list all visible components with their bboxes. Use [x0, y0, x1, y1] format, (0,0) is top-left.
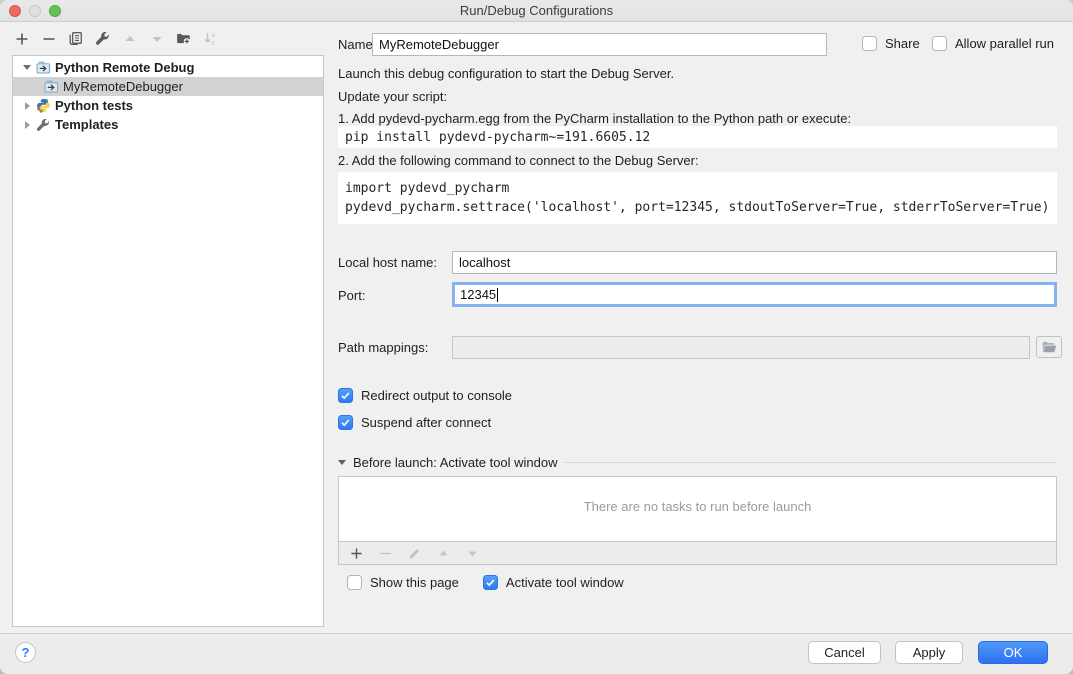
- add-icon[interactable]: [14, 31, 29, 46]
- before-launch-task-list[interactable]: There are no tasks to run before launch: [338, 476, 1057, 542]
- share-checkbox[interactable]: [862, 36, 877, 51]
- configurations-sidebar: az Python Remote Debug MyRemoteDebugger: [0, 22, 330, 633]
- name-label-wrap: Name:: [338, 37, 376, 52]
- add-task-icon[interactable]: [349, 546, 364, 561]
- instructions-step1: 1. Add pydevd-pycharm.egg from the PyCha…: [338, 111, 851, 126]
- redirect-output-row: Redirect output to console: [338, 388, 512, 403]
- edit-task-pencil-icon: [407, 546, 422, 561]
- configuration-tree: Python Remote Debug MyRemoteDebugger Pyt…: [12, 55, 324, 627]
- redirect-output-checkbox[interactable]: [338, 388, 353, 403]
- show-this-page-checkbox[interactable]: [347, 575, 362, 590]
- instructions-line1: Launch this debug configuration to start…: [338, 66, 674, 81]
- tree-item-label: Python Remote Debug: [55, 60, 194, 75]
- cancel-button[interactable]: Cancel: [808, 641, 881, 664]
- svg-text:a: a: [211, 32, 215, 39]
- instructions-line2: Update your script:: [338, 89, 447, 104]
- remote-debug-icon: [44, 79, 59, 94]
- share-checkbox-row: Share: [862, 36, 920, 51]
- remote-debug-icon: [36, 60, 51, 75]
- edit-templates-wrench-icon[interactable]: [95, 31, 110, 46]
- suspend-after-connect-row: Suspend after connect: [338, 415, 491, 430]
- move-task-up-icon: [436, 546, 451, 561]
- activate-tool-window-checkbox[interactable]: [483, 575, 498, 590]
- tree-item-myremotedebugger[interactable]: MyRemoteDebugger: [13, 77, 323, 96]
- new-folder-icon[interactable]: [176, 31, 191, 46]
- settrace-code: import pydevd_pycharm pydevd_pycharm.set…: [338, 172, 1057, 224]
- settrace-code-line1: import pydevd_pycharm: [345, 181, 509, 196]
- chevron-down-icon[interactable]: [22, 65, 32, 70]
- remove-task-icon: [378, 546, 393, 561]
- local-host-input[interactable]: [452, 251, 1057, 274]
- folder-icon: [1042, 341, 1057, 353]
- settrace-code-line2: pydevd_pycharm.settrace('localhost', por…: [345, 200, 1049, 215]
- port-label: Port:: [338, 288, 365, 303]
- instructions-step2: 2. Add the following command to connect …: [338, 153, 699, 168]
- configuration-editor: Name: Share Allow parallel run Launch th…: [330, 22, 1073, 633]
- allow-parallel-run-checkbox[interactable]: [932, 36, 947, 51]
- activate-tool-window-label: Activate tool window: [506, 575, 624, 590]
- ok-button[interactable]: OK: [978, 641, 1048, 664]
- tree-item-label: Templates: [55, 117, 118, 132]
- path-mappings-label: Path mappings:: [338, 340, 428, 355]
- tree-item-python-remote-debug[interactable]: Python Remote Debug: [13, 58, 323, 77]
- window-title: Run/Debug Configurations: [460, 3, 613, 18]
- tree-item-label: Python tests: [55, 98, 133, 113]
- port-value: 12345: [460, 287, 496, 302]
- python-tests-icon: [36, 98, 51, 113]
- help-button[interactable]: ?: [15, 642, 36, 663]
- chevron-right-icon[interactable]: [22, 102, 32, 110]
- sidebar-toolbar: az: [0, 22, 330, 55]
- page-options-row: Show this page Activate tool window: [347, 575, 624, 590]
- text-caret: [497, 288, 498, 302]
- tree-item-label: MyRemoteDebugger: [63, 79, 183, 94]
- empty-tasks-message: There are no tasks to run before launch: [339, 499, 1056, 514]
- path-mappings-input[interactable]: [452, 336, 1030, 359]
- share-label: Share: [885, 36, 920, 51]
- before-launch-title: Before launch: Activate tool window: [353, 455, 558, 470]
- pip-install-code: pip install pydevd-pycharm~=191.6605.12: [338, 126, 1057, 148]
- close-window-button[interactable]: [9, 5, 21, 17]
- allow-parallel-run-row: Allow parallel run: [932, 36, 1054, 51]
- task-list-toolbar: [338, 542, 1057, 565]
- title-bar: Run/Debug Configurations: [0, 0, 1073, 22]
- show-this-page-label: Show this page: [370, 575, 459, 590]
- tree-item-templates[interactable]: Templates: [13, 115, 323, 134]
- name-input[interactable]: [372, 33, 827, 56]
- apply-button[interactable]: Apply: [895, 641, 963, 664]
- port-input[interactable]: 12345: [452, 282, 1057, 307]
- section-divider: [565, 462, 1057, 463]
- name-label: Name:: [338, 37, 376, 52]
- local-host-label: Local host name:: [338, 255, 437, 270]
- move-task-down-icon: [465, 546, 480, 561]
- move-down-icon: [149, 31, 164, 46]
- sort-alphabetically-icon: az: [203, 31, 218, 46]
- before-launch-header[interactable]: Before launch: Activate tool window: [338, 455, 1057, 470]
- suspend-after-connect-label: Suspend after connect: [361, 415, 491, 430]
- browse-path-mappings-button[interactable]: [1036, 336, 1062, 358]
- minimize-window-button: [29, 5, 41, 17]
- remove-icon[interactable]: [41, 31, 56, 46]
- move-up-icon: [122, 31, 137, 46]
- suspend-after-connect-checkbox[interactable]: [338, 415, 353, 430]
- dialog-footer: ? Cancel Apply OK: [0, 633, 1073, 674]
- wrench-icon: [36, 117, 51, 132]
- svg-text:z: z: [211, 40, 214, 47]
- help-question-icon: ?: [22, 645, 30, 660]
- redirect-output-label: Redirect output to console: [361, 388, 512, 403]
- zoom-window-button[interactable]: [49, 5, 61, 17]
- collapse-section-icon[interactable]: [338, 460, 346, 465]
- run-debug-configurations-dialog: Run/Debug Configurations: [0, 0, 1073, 674]
- tree-item-python-tests[interactable]: Python tests: [13, 96, 323, 115]
- allow-parallel-run-label: Allow parallel run: [955, 36, 1054, 51]
- chevron-right-icon[interactable]: [22, 121, 32, 129]
- copy-icon[interactable]: [68, 31, 83, 46]
